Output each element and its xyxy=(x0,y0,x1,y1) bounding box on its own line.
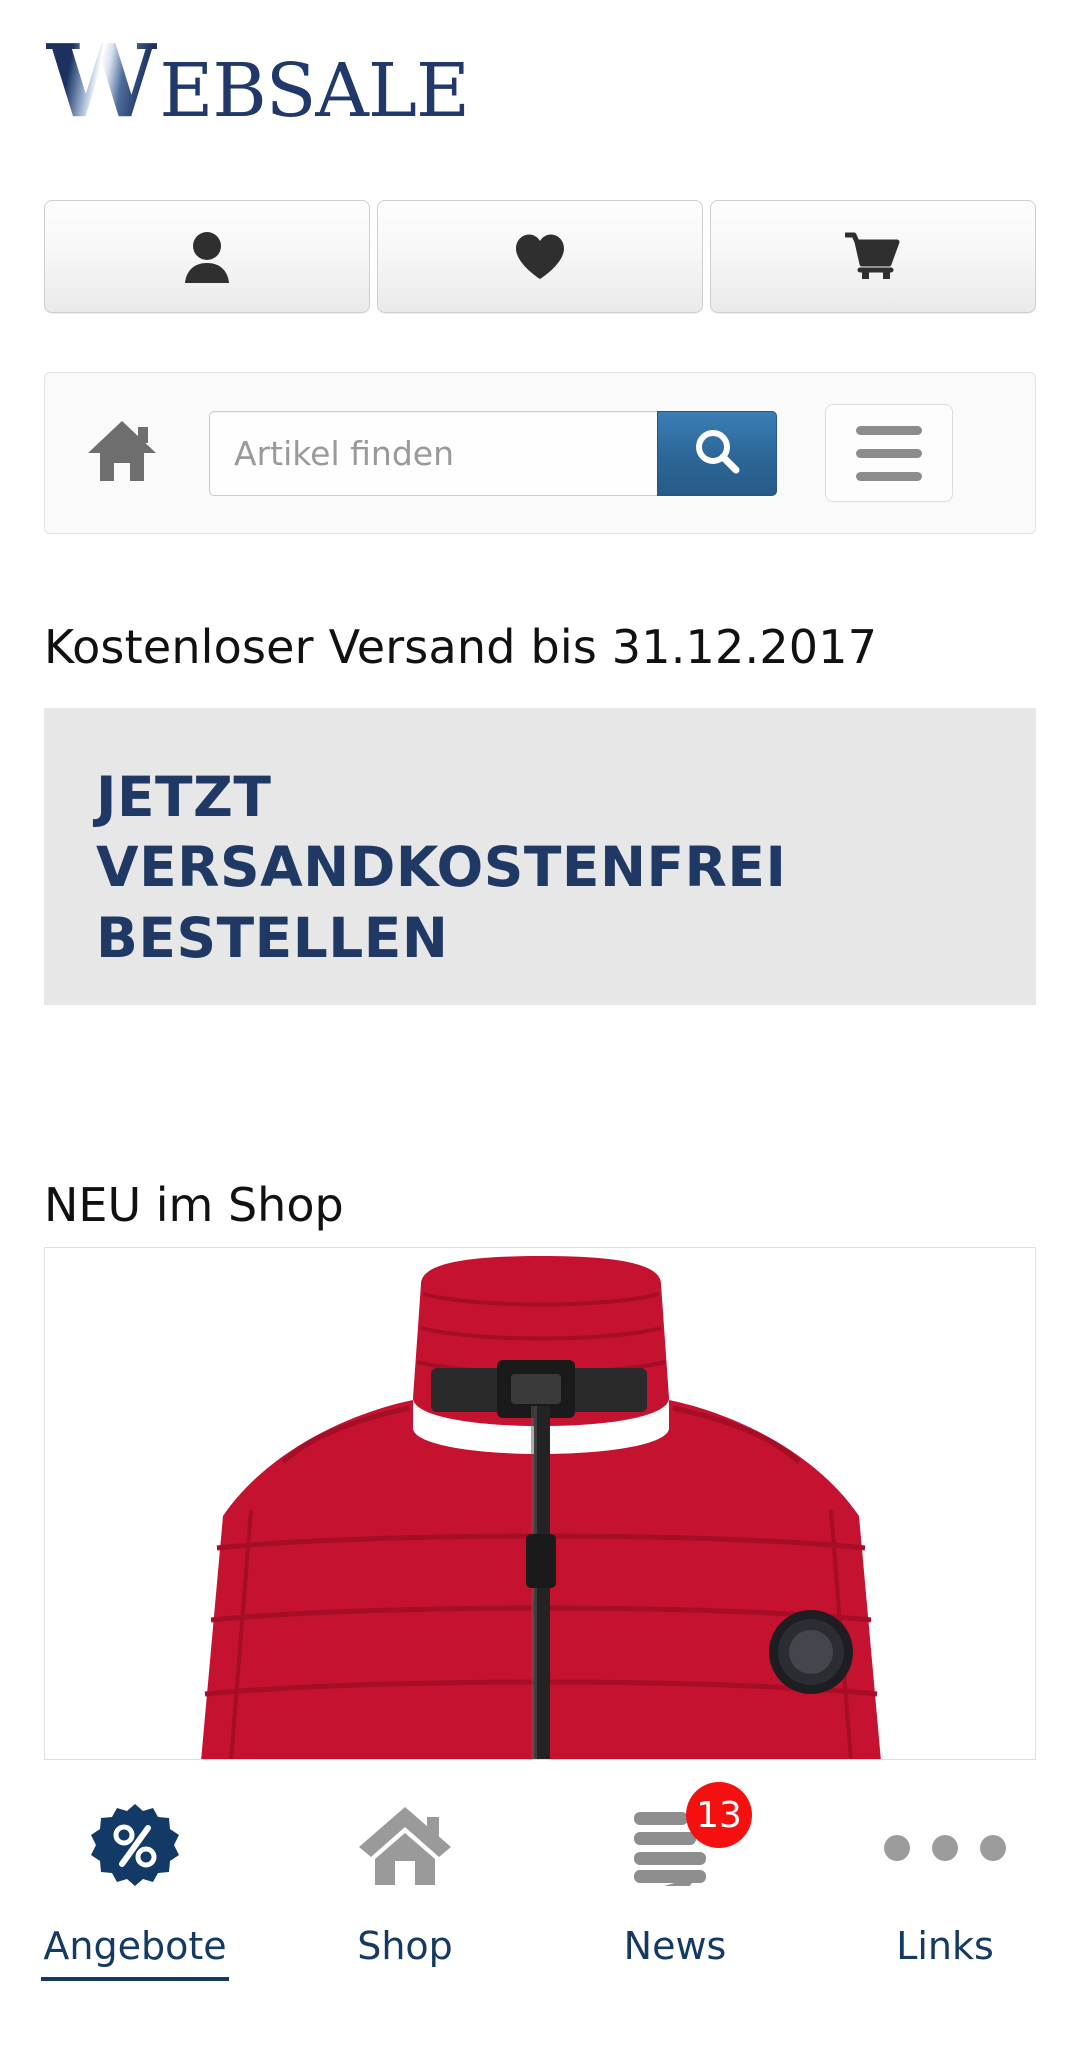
menu-line-2 xyxy=(856,448,922,458)
mobile-shop-page: W EBSALE Artikel finden Kostenloser Vers… xyxy=(0,0,1080,2046)
home-icon xyxy=(357,1803,453,1893)
nav-item-angebote[interactable]: Angebote xyxy=(0,1760,270,2046)
hamburger-menu-icon xyxy=(856,425,922,481)
search-field-group xyxy=(209,410,777,496)
nav-icon-wrap-links xyxy=(884,1800,1006,1896)
nav-item-links[interactable]: Links xyxy=(810,1760,1080,2046)
hamburger-menu-button[interactable] xyxy=(825,404,953,502)
nav-label-angebote: Angebote xyxy=(41,1924,229,1981)
new-in-shop-heading: NEU im Shop xyxy=(44,1178,344,1232)
nav-item-news[interactable]: 13 News xyxy=(540,1760,810,2046)
bottom-navigation: Angebote Shop 13 News Links xyxy=(0,1760,1080,2046)
dot-1 xyxy=(884,1835,910,1861)
search-submit-button[interactable] xyxy=(657,410,777,496)
search-toolbar xyxy=(44,372,1036,534)
logo-letter-w: W xyxy=(46,22,158,140)
nav-icon-wrap-shop xyxy=(357,1800,453,1896)
home-icon xyxy=(86,417,158,489)
product-card[interactable] xyxy=(44,1247,1036,1760)
news-messages-icon: 13 xyxy=(632,1782,752,1903)
discount-percent-badge-icon xyxy=(91,1802,179,1894)
home-button[interactable] xyxy=(79,410,165,496)
more-dots-icon xyxy=(884,1835,1006,1861)
nav-icon-wrap-angebote xyxy=(91,1800,179,1896)
news-unread-badge: 13 xyxy=(686,1782,752,1848)
search-icon xyxy=(694,428,740,478)
top-icon-button-row xyxy=(44,200,1036,313)
logo-letters-rest: EBSALE xyxy=(159,48,470,134)
nav-label-links: Links xyxy=(896,1924,994,1968)
logo-text: W EBSALE xyxy=(46,22,470,140)
shopping-cart-icon xyxy=(845,232,901,282)
nav-icon-wrap-news: 13 xyxy=(632,1782,752,1903)
dot-3 xyxy=(980,1835,1006,1861)
shipping-promo-heading: Kostenloser Versand bis 31.12.2017 xyxy=(44,620,878,674)
nav-label-news: News xyxy=(623,1924,727,1968)
user-icon xyxy=(184,231,230,283)
promo-banner[interactable]: JETZT VERSANDKOSTENFREI BESTELLEN xyxy=(44,708,1036,1005)
menu-line-1 xyxy=(856,425,922,435)
nav-item-shop[interactable]: Shop xyxy=(270,1760,540,2046)
cart-button[interactable] xyxy=(710,200,1036,313)
menu-line-3 xyxy=(856,471,922,481)
heart-icon xyxy=(514,233,566,281)
nav-label-shop: Shop xyxy=(357,1924,453,1968)
dot-2 xyxy=(932,1835,958,1861)
account-button[interactable] xyxy=(44,200,370,313)
wishlist-button[interactable] xyxy=(377,200,703,313)
search-input[interactable] xyxy=(209,410,657,496)
promo-banner-text: JETZT VERSANDKOSTENFREI BESTELLEN xyxy=(96,765,787,970)
websale-logo[interactable]: W EBSALE xyxy=(46,22,470,140)
red-puffer-jacket-image xyxy=(45,1248,1035,1759)
